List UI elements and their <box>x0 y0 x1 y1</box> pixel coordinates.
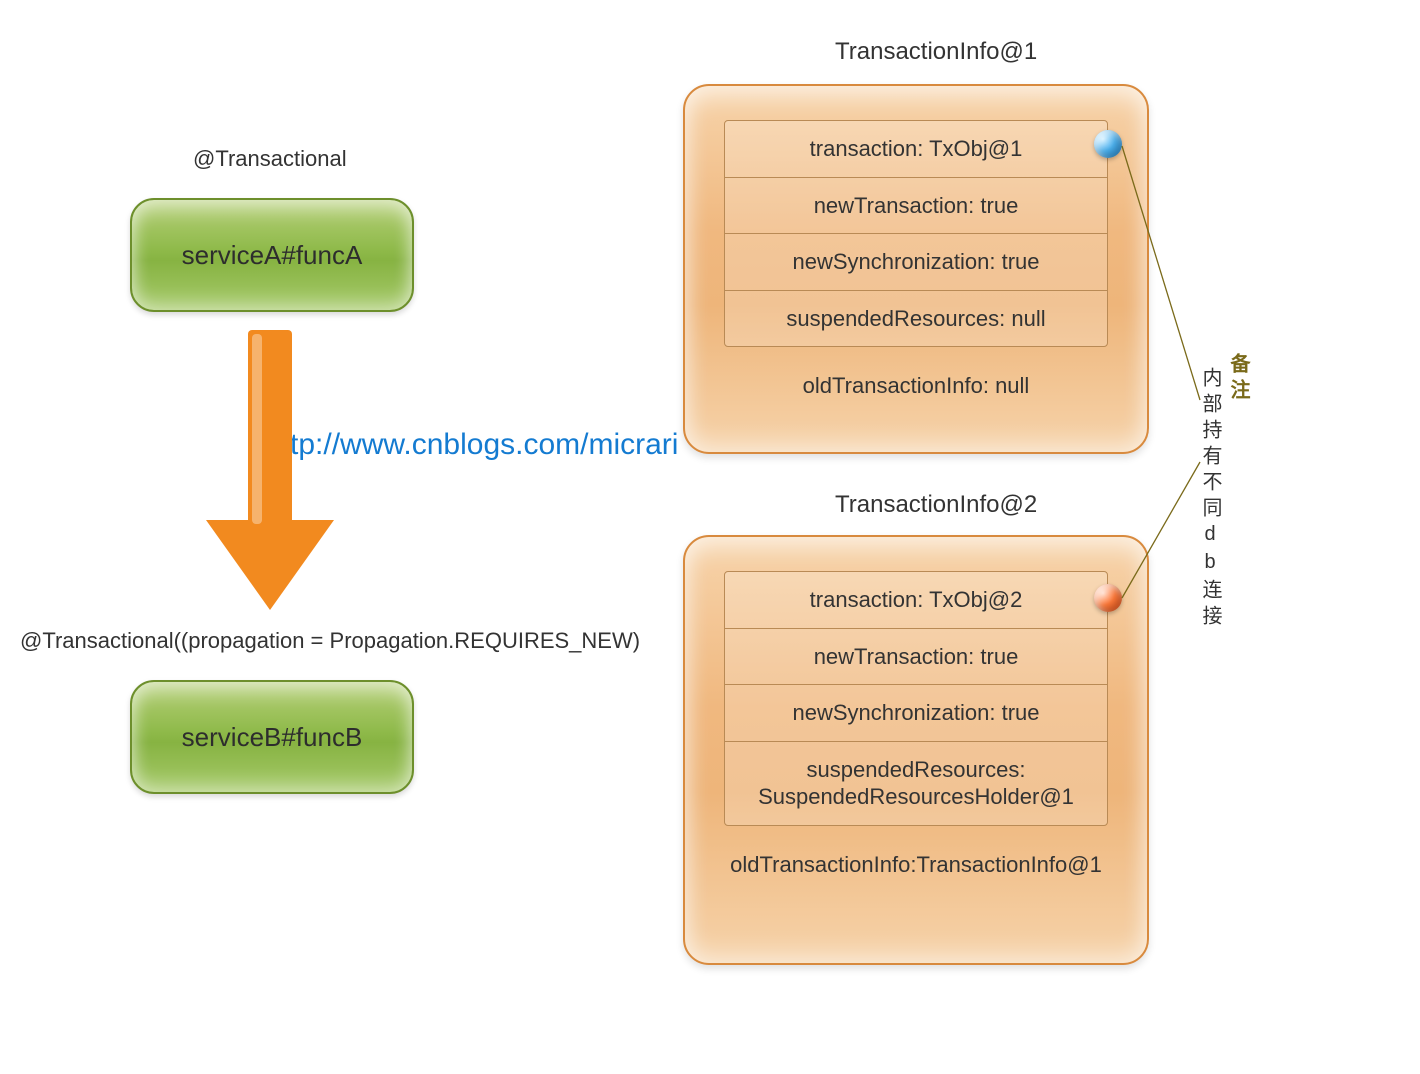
watermark-link: http://www.cnblogs.com/micrari <box>265 428 678 462</box>
service-b-box: serviceB#funcB <box>130 680 414 794</box>
arrow-down-icon <box>206 330 334 610</box>
panel1-row-1: newTransaction: true <box>725 177 1107 234</box>
dot-red-icon <box>1094 584 1122 612</box>
panel2-footer: oldTransactionInfo:TransactionInfo@1 <box>730 852 1102 878</box>
panel2-title: TransactionInfo@2 <box>835 491 1037 519</box>
side-note-body: 内部持有不同db连接 <box>1196 367 1224 631</box>
panel1-row-3: suspendedResources: null <box>725 290 1107 347</box>
service-a-label: serviceA#funcA <box>182 240 363 271</box>
panel2: transaction: TxObj@2 newTransaction: tru… <box>683 535 1149 965</box>
dot-blue-icon <box>1094 130 1122 158</box>
panel1-row-0: transaction: TxObj@1 <box>725 121 1107 177</box>
panel1-title: TransactionInfo@1 <box>835 38 1037 66</box>
panel2-rows: transaction: TxObj@2 newTransaction: tru… <box>724 571 1108 826</box>
panel2-row-2: newSynchronization: true <box>725 684 1107 741</box>
service-a-box: serviceA#funcA <box>130 198 414 312</box>
annotation-bottom: @Transactional((propagation = Propagatio… <box>20 628 640 654</box>
panel1-footer: oldTransactionInfo: null <box>803 373 1030 399</box>
side-note: 备注 内部持有不同db连接 <box>1196 353 1252 631</box>
side-note-header: 备注 <box>1227 353 1249 405</box>
panel1-rows: transaction: TxObj@1 newTransaction: tru… <box>724 120 1108 347</box>
panel1-row-2: newSynchronization: true <box>725 233 1107 290</box>
panel2-row-0: transaction: TxObj@2 <box>725 572 1107 628</box>
panel2-row-1: newTransaction: true <box>725 628 1107 685</box>
panel1: transaction: TxObj@1 newTransaction: tru… <box>683 84 1149 454</box>
panel2-row-3: suspendedResources: SuspendedResourcesHo… <box>725 741 1107 825</box>
annotation-top: @Transactional <box>193 146 347 172</box>
service-b-label: serviceB#funcB <box>182 722 363 753</box>
